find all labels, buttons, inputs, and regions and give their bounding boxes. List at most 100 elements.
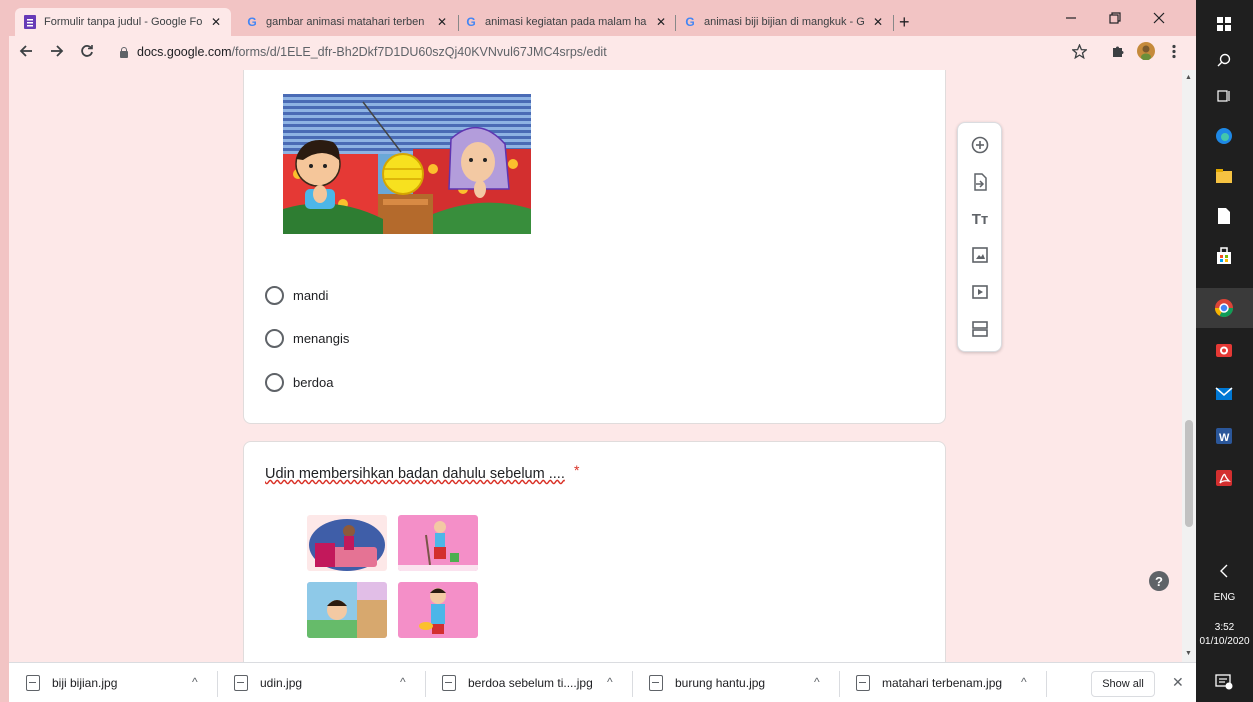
downloads-bar: biji bijian.jpg ^ udin.jpg ^ berdoa sebe…	[9, 662, 1196, 702]
add-title-icon[interactable]: Tт	[970, 209, 990, 229]
google-icon: G	[685, 15, 695, 29]
back-arrow-icon[interactable]	[19, 43, 33, 63]
clock-time[interactable]: 3:52	[1196, 622, 1253, 633]
option-berdoa[interactable]: berdoa	[265, 373, 333, 392]
download-filename: matahari terbenam.jpg	[882, 676, 1003, 690]
url-host: docs.google.com	[137, 45, 232, 59]
download-separator	[632, 671, 633, 697]
extensions-puzzle-icon[interactable]	[1110, 44, 1125, 64]
more-menu-icon[interactable]	[1172, 44, 1176, 64]
question-2-title[interactable]: Udin membersihkan badan dahulu sebelum .…	[265, 466, 565, 482]
scroll-up-icon[interactable]: ▲	[1185, 74, 1192, 81]
new-tab-button[interactable]: +	[899, 12, 910, 33]
radio-button[interactable]	[265, 373, 284, 392]
option-image-eat	[398, 582, 478, 638]
image-file-icon	[234, 675, 248, 691]
close-tab-icon[interactable]: ✕	[209, 15, 223, 29]
download-item[interactable]: udin.jpg	[234, 663, 302, 702]
question-card-1: mandi menangis berdoa	[243, 70, 946, 424]
url-path: /forms/d/1ELE_dfr-Bh2Dkf7D1DU60szQj40KVN…	[231, 45, 607, 59]
page-scrollbar[interactable]: ▲ ▼	[1182, 70, 1196, 662]
clock-date[interactable]: 01/10/2020	[1196, 636, 1253, 647]
address-bar: docs.google.com/forms/d/1ELE_dfr-Bh2Dkf7…	[9, 36, 1196, 70]
close-tab-icon[interactable]: ✕	[871, 15, 885, 29]
url-field[interactable]: docs.google.com/forms/d/1ELE_dfr-Bh2Dkf7…	[119, 45, 607, 59]
option-image-broom	[398, 515, 478, 571]
tab-matahari[interactable]: G gambar animasi matahari terben ✕	[237, 8, 457, 36]
close-downloads-icon[interactable]: ✕	[1172, 674, 1184, 691]
google-icon: G	[247, 15, 257, 29]
image-file-icon	[856, 675, 870, 691]
question-1-image	[283, 94, 531, 234]
add-video-icon[interactable]	[970, 282, 990, 302]
edge-icon[interactable]	[1210, 122, 1238, 150]
star-icon[interactable]	[1071, 43, 1088, 64]
acrobat-icon[interactable]	[1210, 464, 1238, 492]
close-tab-icon[interactable]: ✕	[435, 15, 449, 29]
document-icon[interactable]	[1210, 202, 1238, 230]
option-label: berdoa	[293, 375, 334, 390]
tab-biji[interactable]: G animasi biji bijian di mangkuk - G ✕	[675, 8, 893, 36]
add-image-icon[interactable]	[970, 245, 990, 265]
word-icon[interactable]: W	[1210, 422, 1238, 450]
download-separator	[839, 671, 840, 697]
option-image-sleep	[307, 582, 387, 638]
tab-separator	[893, 15, 894, 31]
restore-icon[interactable]	[1109, 11, 1121, 27]
option-label: menangis	[293, 331, 350, 346]
download-item[interactable]: berdoa sebelum ti....jpg	[442, 663, 593, 702]
minimize-icon[interactable]	[1065, 11, 1077, 27]
chevron-left-icon[interactable]	[1210, 557, 1238, 585]
form-content: mandi menangis berdoa Udin membersihkan …	[9, 70, 1182, 662]
chevron-up-icon[interactable]: ^	[192, 675, 198, 689]
download-item[interactable]: matahari terbenam.jpg	[856, 663, 1002, 702]
tab-title: gambar animasi matahari terben	[266, 16, 425, 28]
tab-title: animasi biji bijian di mangkuk - G	[704, 16, 865, 28]
store-icon[interactable]	[1210, 242, 1238, 270]
chevron-up-icon[interactable]: ^	[607, 675, 613, 689]
camera-app-icon[interactable]	[1210, 336, 1238, 364]
import-questions-icon[interactable]	[970, 172, 990, 192]
window-close-icon[interactable]	[1153, 11, 1165, 27]
browser-window: Formulir tanpa judul - Google Fo ✕ G gam…	[9, 6, 1196, 702]
image-file-icon	[26, 675, 40, 691]
download-separator	[1046, 671, 1047, 697]
download-separator	[217, 671, 218, 697]
download-item[interactable]: biji bijian.jpg	[26, 663, 117, 702]
option-mandi[interactable]: mandi	[265, 286, 328, 305]
show-all-button[interactable]: Show all	[1091, 671, 1155, 697]
reload-icon[interactable]	[80, 43, 94, 63]
radio-button[interactable]	[265, 286, 284, 305]
tab-forms[interactable]: Formulir tanpa judul - Google Fo ✕	[15, 8, 231, 36]
scroll-down-icon[interactable]: ▼	[1185, 650, 1192, 657]
option-image-bed	[307, 515, 387, 571]
tab-kegiatan[interactable]: G animasi kegiatan pada malam ha ✕	[456, 8, 676, 36]
chevron-up-icon[interactable]: ^	[400, 675, 406, 689]
chevron-up-icon[interactable]: ^	[1021, 675, 1027, 689]
required-asterisk: *	[574, 462, 580, 478]
form-toolbar: Tт	[957, 122, 1002, 352]
image-file-icon	[442, 675, 456, 691]
option-menangis[interactable]: menangis	[265, 329, 349, 348]
tab-bar: Formulir tanpa judul - Google Fo ✕ G gam…	[9, 6, 1196, 36]
download-item[interactable]: burung hantu.jpg	[649, 663, 765, 702]
chrome-icon[interactable]	[1210, 294, 1238, 322]
radio-button[interactable]	[265, 329, 284, 348]
download-filename: berdoa sebelum ti....jpg	[468, 676, 593, 690]
add-section-icon[interactable]	[970, 319, 990, 339]
task-view-icon[interactable]	[1210, 82, 1238, 110]
profile-avatar[interactable]	[1137, 42, 1155, 65]
chevron-up-icon[interactable]: ^	[814, 675, 820, 689]
input-language[interactable]: ENG	[1196, 592, 1253, 603]
search-icon[interactable]	[1210, 46, 1238, 74]
close-tab-icon[interactable]: ✕	[654, 15, 668, 29]
mail-icon[interactable]	[1210, 380, 1238, 408]
help-icon[interactable]: ?	[1149, 571, 1169, 591]
notification-center-icon[interactable]	[1210, 668, 1238, 696]
file-explorer-icon[interactable]	[1210, 162, 1238, 190]
scroll-thumb[interactable]	[1185, 420, 1193, 527]
add-question-icon[interactable]	[970, 135, 990, 155]
forward-arrow-icon[interactable]	[50, 43, 64, 63]
option-label: mandi	[293, 288, 329, 303]
windows-start-icon[interactable]	[1210, 10, 1238, 38]
